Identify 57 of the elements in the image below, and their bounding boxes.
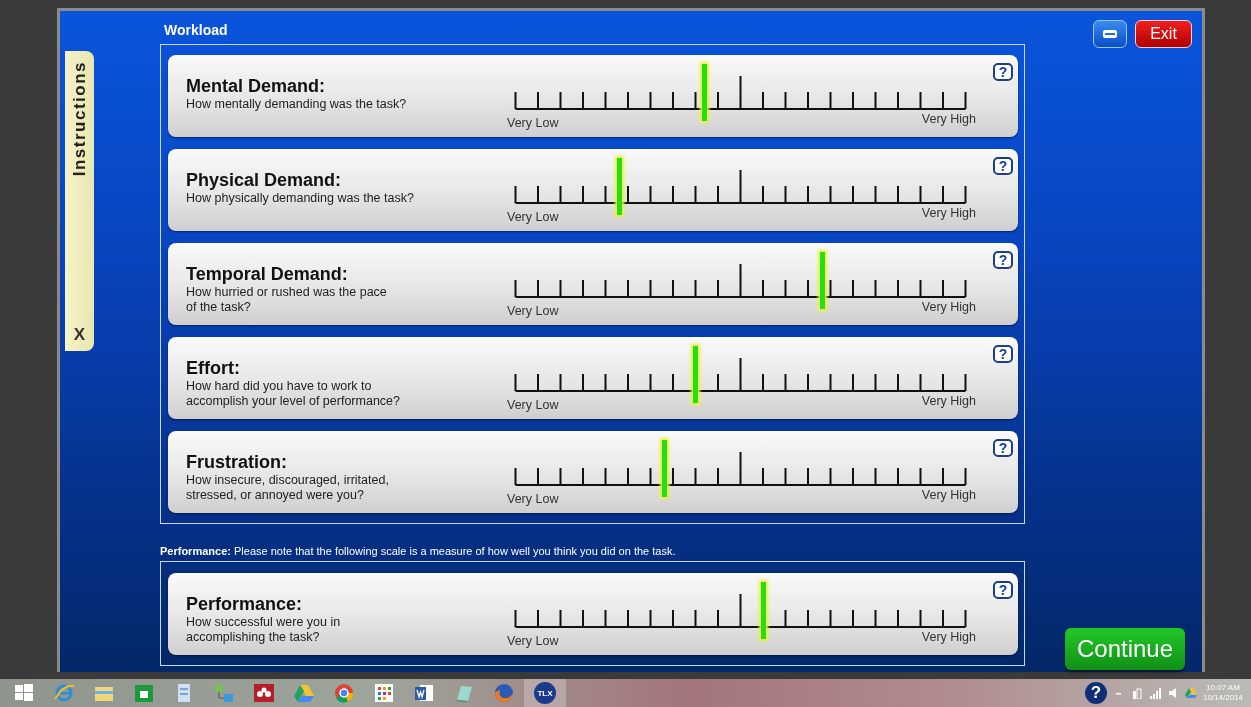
high-label: Very High bbox=[921, 206, 976, 220]
help-button[interactable]: ? bbox=[993, 439, 1013, 457]
help-button[interactable]: ? bbox=[993, 157, 1013, 175]
signal-icon[interactable] bbox=[1148, 687, 1161, 699]
low-label: Very Low bbox=[507, 210, 559, 224]
start-icon[interactable] bbox=[12, 682, 36, 704]
performance-note: Performance: Please note that the following scale is a measure of how well you think you did on the task. bbox=[160, 544, 677, 558]
question-text: How successful were you in accomplishing the task? bbox=[186, 615, 342, 645]
speaker-icon[interactable] bbox=[1166, 687, 1179, 699]
minus-icon bbox=[1103, 30, 1117, 38]
tile-grid-icon[interactable] bbox=[372, 682, 396, 704]
question-text: How insecure, discouraged, irritated, stressed, or annoyed were you? bbox=[186, 473, 390, 503]
browser-icon[interactable] bbox=[52, 682, 76, 704]
scale-marker[interactable] bbox=[661, 440, 667, 497]
high-label: Very High bbox=[921, 630, 976, 644]
question-text: How hurried or rushed was the pace of the task? bbox=[186, 285, 388, 315]
document-icon[interactable] bbox=[412, 682, 436, 704]
scale-marker[interactable] bbox=[616, 158, 622, 215]
tab-label: Instructions bbox=[69, 61, 90, 177]
minimize-button[interactable] bbox=[1093, 20, 1127, 48]
help-button[interactable]: ? bbox=[993, 251, 1013, 269]
scale-marker[interactable] bbox=[693, 346, 699, 403]
browser-icon[interactable] bbox=[492, 682, 516, 704]
taskbar-app-button[interactable]: TLX bbox=[524, 679, 566, 707]
scale-title: Performance: bbox=[186, 593, 304, 615]
section-title: Workload bbox=[163, 21, 229, 40]
browser-icon[interactable] bbox=[332, 682, 356, 704]
help-button[interactable]: ? bbox=[993, 345, 1013, 363]
close-button[interactable]: X bbox=[73, 325, 86, 345]
app-icon[interactable] bbox=[252, 682, 276, 704]
low-label: Very Low bbox=[507, 304, 559, 318]
help-button[interactable]: ? bbox=[1084, 682, 1107, 704]
help-button[interactable]: ? bbox=[993, 581, 1013, 599]
scale-title: Effort: bbox=[186, 357, 241, 379]
high-label: Very High bbox=[921, 394, 976, 408]
high-label: Very High bbox=[921, 300, 976, 314]
scale-title: Temporal Demand: bbox=[186, 263, 349, 285]
scale-marker[interactable] bbox=[761, 582, 767, 639]
question-text: How mentally demanding was the task? bbox=[186, 97, 408, 112]
low-label: Very Low bbox=[507, 398, 559, 412]
low-label: Very Low bbox=[507, 634, 559, 648]
high-label: Very High bbox=[921, 112, 976, 126]
low-label: Very Low bbox=[507, 116, 559, 130]
scale-marker[interactable] bbox=[819, 252, 825, 309]
question-text: How hard did you have to work to accomplish your level of performance? bbox=[186, 379, 401, 409]
low-label: Very Low bbox=[507, 492, 559, 506]
scale-marker[interactable] bbox=[702, 64, 708, 121]
scale-title: Frustration: bbox=[186, 451, 288, 473]
exit-button[interactable]: Exit bbox=[1135, 20, 1192, 48]
scale-title: Physical Demand: bbox=[186, 169, 343, 191]
high-label: Very High bbox=[921, 488, 976, 502]
question-text: How physically demanding was the task? bbox=[186, 191, 415, 206]
triangle-icon[interactable] bbox=[292, 682, 316, 704]
triangle-icon[interactable] bbox=[1184, 687, 1197, 699]
scale-title: Mental Demand: bbox=[186, 75, 327, 97]
instructions-tab[interactable]: Instructions X bbox=[65, 51, 94, 351]
help-button[interactable]: ? bbox=[993, 63, 1013, 81]
